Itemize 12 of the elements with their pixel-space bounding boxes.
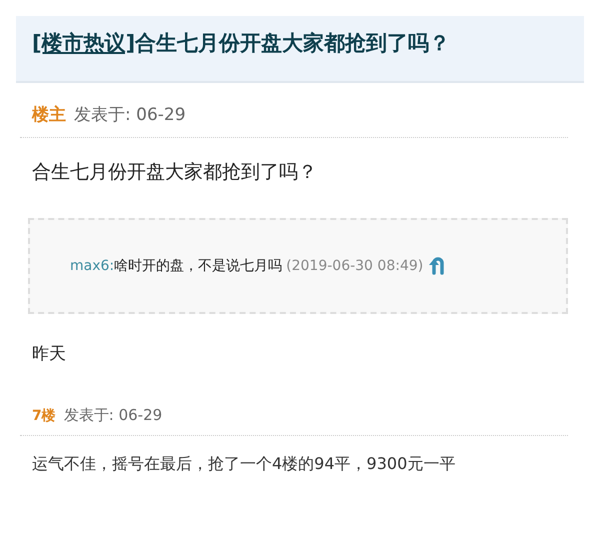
- floor-label: 7楼: [32, 406, 56, 426]
- comment-user[interactable]: max6:: [70, 256, 114, 276]
- post-date: 发表于: 06-29: [74, 104, 186, 127]
- post-body: 运气不佳，摇号在最后，抢了一个4楼的94平，9300元一平: [32, 452, 456, 474]
- follow-up-text: 昨天: [32, 343, 67, 366]
- post-date: 发表于: 06-29: [64, 404, 162, 426]
- comment-time: (2019-06-30 08:49): [286, 256, 424, 276]
- comment-text: 啥时开的盘，不是说七月吗: [114, 256, 282, 276]
- category-link[interactable]: [楼市热议]: [32, 28, 136, 60]
- post-body: 合生七月份开盘大家都抢到了吗？: [32, 160, 318, 184]
- floor-label: 楼主: [32, 104, 66, 127]
- thread-title: 合生七月份开盘大家都抢到了吗？: [135, 30, 450, 57]
